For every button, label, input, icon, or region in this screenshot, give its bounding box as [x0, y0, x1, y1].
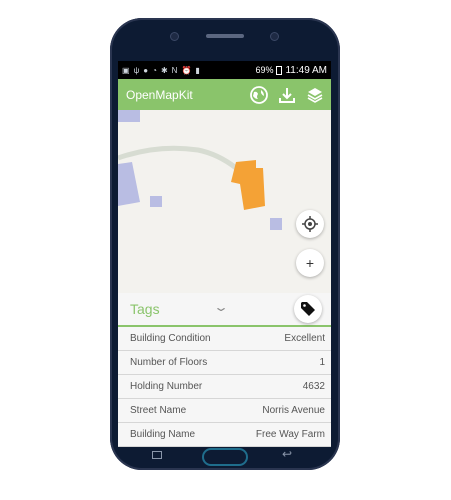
alarm-icon: ⏰ [181, 65, 192, 75]
tags-header[interactable]: Tags ⌄ [118, 293, 331, 327]
download-icon [279, 87, 295, 103]
tag-row[interactable]: Number of Floors 1 [118, 351, 331, 375]
usb-icon: ψ [133, 65, 140, 75]
recent-apps-icon[interactable] [152, 451, 162, 459]
app-bar: OpenMapKit [118, 79, 331, 110]
tag-row[interactable]: Building Condition Excellent [118, 327, 331, 351]
tag-row[interactable]: Building Name Free Way Farm [118, 423, 331, 447]
tag-row[interactable]: Street Name Norris Avenue [118, 399, 331, 423]
signal-icon: ▮ [195, 65, 200, 75]
phone-frame: ▣ ψ ● ◔ ✱ N ⏰ ▮ 69% 11:49 AM OpenMapKit [110, 18, 340, 470]
tag-value: Free Way Farm [255, 429, 325, 440]
back-icon[interactable]: ↩ [282, 447, 292, 461]
phone-bottom-bezel: ↩ [110, 447, 340, 470]
small-building-left [150, 196, 162, 207]
home-button[interactable] [202, 448, 248, 466]
tag-key: Street Name [130, 405, 187, 416]
nfc-icon: N [171, 65, 178, 75]
tags-heading: Tags [130, 301, 160, 317]
front-sensor [170, 32, 179, 41]
tag-value: 4632 [302, 381, 325, 392]
wifi-icon: ◔ [152, 65, 157, 75]
tag-value: 1 [319, 357, 325, 368]
tag-value: Excellent [284, 333, 325, 344]
tag-row[interactable]: Holding Number 4632 [118, 375, 331, 399]
tag-key: Building Name [130, 429, 196, 440]
locate-icon [302, 216, 318, 232]
app-title: OpenMapKit [126, 87, 193, 102]
tag-value: Norris Avenue [262, 405, 325, 416]
tag-key: Holding Number [130, 381, 203, 392]
phone-top-bezel [110, 18, 340, 58]
layers-icon [307, 87, 323, 103]
map-view[interactable]: + [118, 110, 331, 293]
globe-icon [250, 85, 268, 104]
app-screen: ▣ ψ ● ◔ ✱ N ⏰ ▮ 69% 11:49 AM OpenMapKit [118, 61, 331, 447]
notification-icon: ▣ [122, 65, 130, 75]
tag-icon [301, 302, 315, 316]
earpiece-speaker [206, 34, 244, 38]
clock: 11:49 AM [285, 64, 327, 76]
bluetooth-icon: ✱ [160, 65, 168, 75]
status-icons: ▣ ψ ● ◔ ✱ N ⏰ ▮ [118, 66, 200, 75]
battery-percentage: 69% [255, 65, 274, 75]
landuse-top-left [118, 110, 140, 122]
status-bar: ▣ ψ ● ◔ ✱ N ⏰ ▮ 69% 11:49 AM [118, 61, 331, 79]
battery-icon [276, 65, 283, 75]
tag-list: Building Condition Excellent Number of F… [118, 327, 331, 447]
layers-button[interactable] [305, 85, 325, 105]
small-building-right [270, 218, 282, 230]
android-icon: ● [143, 65, 149, 75]
front-camera [270, 32, 279, 41]
locate-button[interactable] [296, 210, 324, 238]
tag-key: Number of Floors [130, 357, 208, 368]
chevron-down-icon[interactable]: ⌄ [213, 300, 229, 314]
zoom-in-button[interactable]: + [296, 249, 324, 277]
globe-button[interactable] [249, 85, 269, 105]
download-button[interactable] [277, 85, 297, 105]
tag-button[interactable] [294, 295, 322, 323]
tag-key: Building Condition [130, 333, 211, 344]
